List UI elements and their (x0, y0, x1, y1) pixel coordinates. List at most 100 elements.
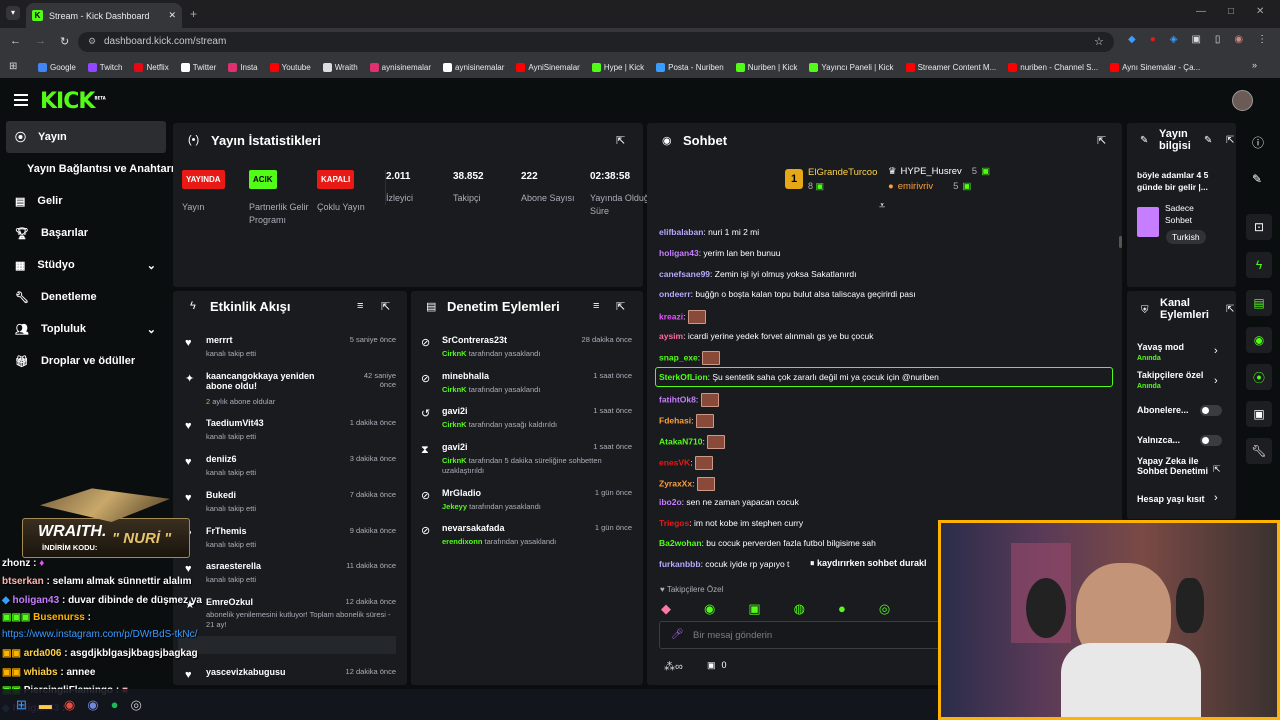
bookmark-item[interactable]: Posta - Nuriben (656, 62, 724, 72)
broadcast-icon[interactable]: ⦿ (1246, 364, 1272, 390)
chat-username[interactable]: enesVK (659, 457, 690, 467)
emote-icon[interactable]: ▣ (748, 601, 760, 617)
puzzle-icon[interactable]: ▣ (1191, 34, 1200, 45)
followers-only-action[interactable]: Takipçilere özel Anında (1137, 370, 1203, 390)
bookmark-item[interactable]: Yayıncı Paneli | Kick (809, 62, 894, 72)
bookmark-star-icon[interactable]: ☆ (1094, 35, 1104, 48)
collapse-icon[interactable]: ⩡ (879, 200, 885, 213)
top-gifter-name[interactable]: ElGrandeTurcoo (808, 167, 877, 178)
extension-icon[interactable]: ◈ (1170, 34, 1178, 45)
users-icon[interactable]: ⁂∞ (664, 660, 683, 673)
profile-icon[interactable]: ◉ (1234, 34, 1243, 45)
info-icon[interactable]: ⓘ (1252, 134, 1264, 151)
windows-start-icon[interactable]: ⊞ (16, 697, 27, 713)
popout-icon[interactable]: ⇱ (1226, 304, 1234, 315)
chat-username[interactable]: AtakaN710 (659, 436, 702, 446)
discord-icon[interactable]: ◉ (87, 697, 98, 713)
window-close-icon[interactable]: ✕ (1256, 6, 1264, 17)
chat-username[interactable]: ibo2o (659, 497, 682, 507)
document-icon[interactable]: ▤ (1246, 290, 1272, 316)
bookmark-item[interactable]: Wraith (322, 62, 358, 72)
sidebar-item-stream-key[interactable]: Yayın Bağlantısı ve Anahtarı (0, 153, 174, 185)
chat-username[interactable]: canefsane99 (659, 269, 710, 279)
chevron-right-icon[interactable]: › (1214, 375, 1218, 387)
bookmark-item[interactable]: Nuriben | Kick (735, 62, 797, 72)
emote-icon[interactable]: ◆ (661, 601, 671, 617)
emote-icon[interactable]: ◎ (879, 601, 890, 617)
folder-icon[interactable]: ▬ (39, 697, 52, 713)
emote-icon[interactable]: ◉ (704, 601, 715, 617)
popout-icon[interactable]: ⇱ (1097, 134, 1106, 147)
wrench-icon[interactable]: 🔧︎ (1246, 438, 1272, 464)
bookmark-item[interactable]: Youtube (269, 62, 311, 72)
sidebar-item-studyo[interactable]: ▦ Stüdyo ⌄ (0, 249, 172, 281)
gifter-row[interactable]: ● emirivriv 5 ▣ (888, 181, 971, 192)
url-input[interactable]: dashboard.kick.com/stream (78, 32, 1114, 52)
apps-grid-icon[interactable]: ⊞ (9, 61, 17, 72)
chevron-right-icon[interactable]: › (1214, 345, 1218, 357)
camera-icon[interactable]: ⊡ (1246, 214, 1272, 240)
chat-username[interactable]: furkanbbb (659, 559, 701, 569)
sidebar-item-topluluk[interactable]: 👥︎ Topluluk ⌄ (0, 313, 172, 345)
info-card-icon[interactable]: ▣ (1246, 401, 1272, 427)
bookmark-item[interactable]: aynisinemalar (369, 62, 431, 72)
popout-icon[interactable]: ⇱ (616, 134, 625, 147)
sidebar-item-basarilar[interactable]: 🏆︎ Başarılar (0, 217, 172, 249)
site-info-icon[interactable]: ⚙ (88, 36, 96, 47)
gifter-row[interactable]: ♛ HYPE_Husrev 5 ▣ (888, 166, 990, 177)
lightning-icon[interactable]: ϟ (1246, 252, 1272, 278)
pencil-icon[interactable]: ✎ (1252, 172, 1262, 186)
extension-icon[interactable]: ● (1150, 34, 1156, 45)
chat-username[interactable]: aysim (659, 331, 683, 341)
bookmark-item[interactable]: AyniSinemalar (516, 62, 580, 72)
sidebar-item-gelir[interactable]: ▤ Gelir (0, 185, 172, 217)
chat-username[interactable]: Fdehasi (659, 415, 691, 425)
reload-icon[interactable]: ↻ (60, 35, 69, 48)
bookmark-item[interactable]: Insta (228, 62, 258, 72)
popout-icon[interactable]: ⇱ (381, 300, 390, 313)
sidepanel-icon[interactable]: ▯ (1215, 34, 1221, 45)
bookmark-item[interactable]: Aynı Sinemalar - Ça... (1110, 62, 1200, 72)
chat-username[interactable]: ondeerr (659, 289, 691, 299)
filter-icon[interactable]: ≡ (593, 300, 599, 312)
extension-icon[interactable]: ◆ (1128, 34, 1136, 45)
bookmarks-overflow-icon[interactable]: » (1252, 60, 1257, 70)
bookmark-item[interactable]: Google (38, 62, 76, 72)
popout-icon[interactable]: ⇱ (616, 300, 625, 313)
spotify-icon[interactable]: ● (111, 697, 119, 713)
steam-icon[interactable]: ◎ (130, 697, 141, 713)
minimize-icon[interactable]: — (1196, 6, 1206, 17)
emote-icon[interactable]: ● (838, 601, 846, 617)
back-icon[interactable]: ← (10, 35, 21, 48)
chat-username[interactable]: Triegos (659, 518, 689, 528)
bookmark-item[interactable]: Twitter (180, 62, 216, 72)
menu-kebab-icon[interactable]: ⋮ (1257, 34, 1267, 45)
kick-logo[interactable]: KICKBETA (40, 89, 106, 114)
bookmark-item[interactable]: Netflix (134, 62, 169, 72)
chat-username[interactable]: snap_exe (659, 352, 698, 362)
bookmark-item[interactable]: Streamer Content M... (905, 62, 996, 72)
overlay-chat-link[interactable]: https://www.instagram.com/p/DWrBdS-tkNc/ (2, 629, 197, 640)
pencil-icon[interactable]: ✎ (1204, 135, 1212, 146)
browser-tab[interactable]: K Stream - Kick Dashboard ✕ (26, 3, 182, 28)
chat-username[interactable]: Ba2wohan (659, 538, 702, 548)
chat-paused-notice[interactable]: ⏸ kaydırırken sohbet durakl (806, 556, 931, 571)
chat-scrollbar[interactable] (1119, 236, 1122, 248)
chat-username[interactable]: fatihtOk8 (659, 394, 696, 404)
mic-icon[interactable]: 🎤︎ (671, 629, 684, 640)
emote-icon[interactable]: ◍ (794, 601, 805, 617)
tab-search-icon[interactable]: ▾ (6, 6, 20, 20)
external-link-icon[interactable]: ⇱ (1213, 464, 1221, 475)
bookmark-item[interactable]: nuriben - Channel S... (1008, 62, 1098, 72)
hamburger-menu-icon[interactable] (14, 94, 28, 106)
popout-icon[interactable]: ⇱ (1226, 135, 1234, 146)
forward-icon[interactable]: → (35, 35, 46, 48)
sidebar-item-yayin[interactable]: ⦿ Yayın (6, 121, 166, 153)
chrome-icon[interactable]: ◉ (64, 697, 75, 713)
bookmark-item[interactable]: Hype | Kick (591, 62, 644, 72)
close-icon[interactable]: ✕ (168, 10, 176, 21)
ai-moderation-action[interactable]: Yapay Zeka ile Sohbet Denetimi (1137, 456, 1209, 476)
chat-username[interactable]: elifbalaban (659, 227, 703, 237)
chat-icon[interactable]: ◉ (1246, 327, 1272, 353)
sidebar-item-droplar[interactable]: 🎁︎ Droplar ve ödüller (0, 345, 172, 377)
